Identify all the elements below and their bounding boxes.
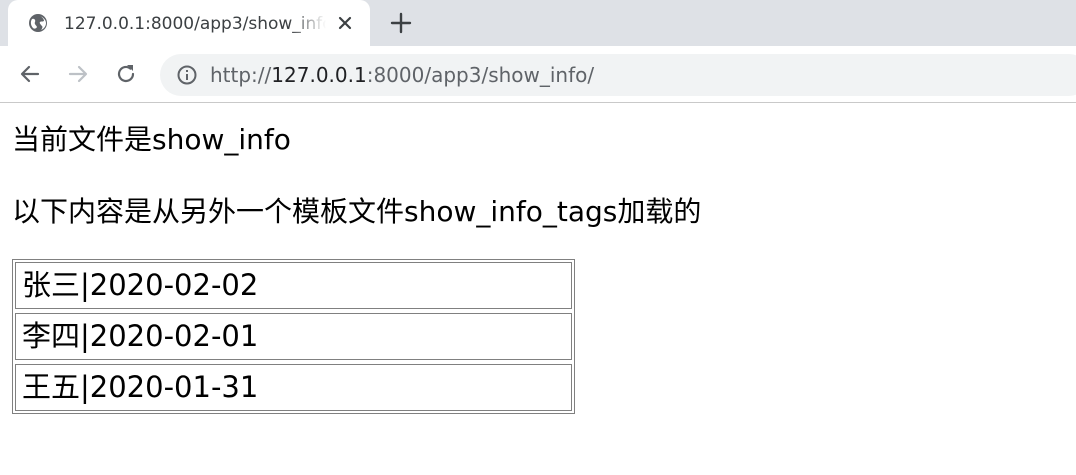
globe-icon [28,13,48,33]
back-arrow-icon[interactable] [18,62,42,86]
plus-icon[interactable] [389,11,413,35]
table-row: 张三|2020-02-02 [15,262,572,309]
close-icon[interactable] [334,12,356,34]
tab-title: 127.0.0.1:8000/app3/show_info/ [64,14,326,34]
table-row: 王五|2020-01-31 [15,364,572,411]
info-table: 张三|2020-02-02 李四|2020-02-01 王五|2020-01-3… [12,259,575,414]
forward-arrow-icon[interactable] [66,62,90,86]
tab-strip: 127.0.0.1:8000/app3/show_info/ [0,0,1076,46]
reload-icon[interactable] [114,62,138,86]
url-path: :8000/app3/show_info/ [366,63,595,87]
address-bar[interactable]: http://127.0.0.1:8000/app3/show_info/ [160,54,1076,96]
current-file-text: 当前文件是show_info [12,123,291,156]
info-icon[interactable] [176,64,198,86]
browser-tab[interactable]: 127.0.0.1:8000/app3/show_info/ [8,0,370,46]
url-scheme: http:// [210,63,272,87]
page-content: 当前文件是show_info 以下内容是从另外一个模板文件show_info_t… [0,103,1076,475]
url-text[interactable]: http://127.0.0.1:8000/app3/show_info/ [210,63,594,87]
table-row: 李四|2020-02-01 [15,313,572,360]
included-template-text: 以下内容是从另外一个模板文件show_info_tags加载的 [12,195,702,228]
browser-toolbar: http://127.0.0.1:8000/app3/show_info/ [0,46,1076,103]
url-host: 127.0.0.1 [271,63,367,87]
